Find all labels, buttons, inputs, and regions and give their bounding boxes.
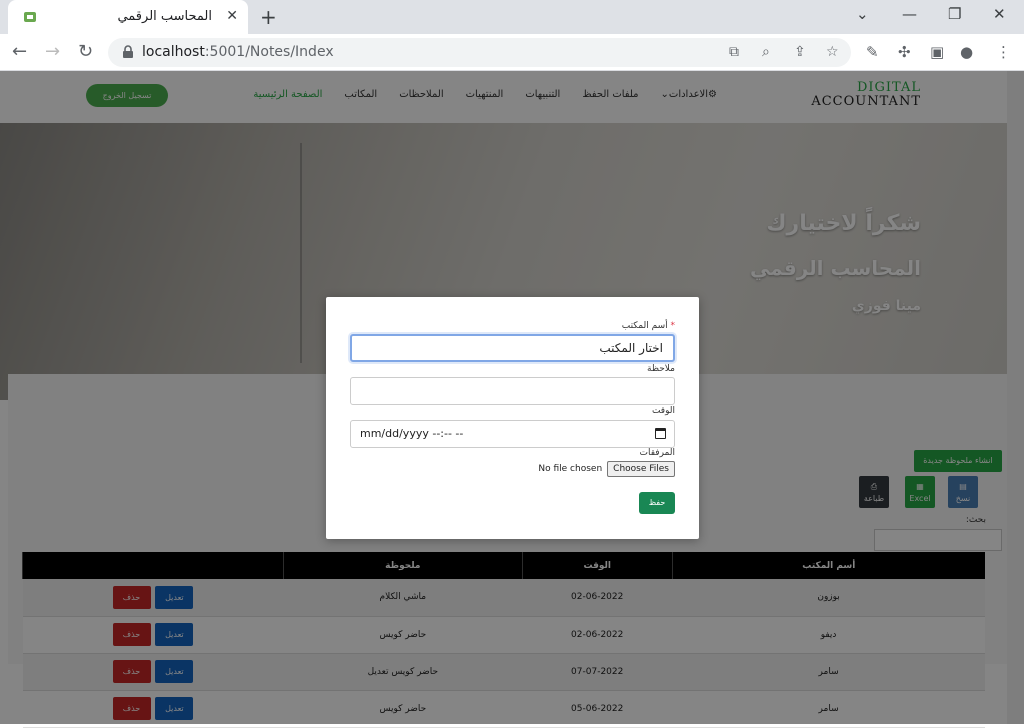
office-select-value: اختار المكتب bbox=[599, 341, 663, 355]
back-icon[interactable]: ← bbox=[12, 41, 27, 62]
site-favicon-icon bbox=[24, 12, 36, 22]
close-tab-icon[interactable]: ✕ bbox=[226, 8, 238, 24]
extension-pen-icon[interactable]: ✎ bbox=[866, 43, 879, 61]
side-panel-icon[interactable]: ▣ bbox=[930, 43, 944, 61]
minimize-icon[interactable]: — bbox=[902, 5, 917, 23]
note-input[interactable] bbox=[350, 377, 675, 405]
file-input: No file chosen Choose Files bbox=[538, 461, 675, 477]
save-button[interactable]: حفظ bbox=[639, 492, 675, 514]
restore-icon[interactable]: ❐ bbox=[948, 5, 961, 23]
datetime-input[interactable]: mm/dd/yyyy --:-- -- bbox=[350, 420, 675, 448]
calendar-icon[interactable] bbox=[655, 428, 666, 439]
choose-files-button[interactable]: Choose Files bbox=[607, 461, 675, 477]
attachments-label: المرفقات bbox=[639, 448, 675, 458]
office-select[interactable]: اختار المكتب bbox=[350, 334, 675, 362]
new-tab-icon[interactable]: + bbox=[260, 5, 277, 29]
browser-menu-icon[interactable]: ⋮ bbox=[996, 43, 1011, 61]
bookmark-star-icon[interactable]: ☆ bbox=[826, 44, 839, 60]
note-label: ملاحظة bbox=[647, 364, 675, 374]
reload-icon[interactable]: ↻ bbox=[78, 41, 93, 62]
no-file-text: No file chosen bbox=[538, 464, 603, 474]
tab-title: المحاسب الرقمي bbox=[117, 9, 212, 24]
address-bar[interactable]: localhost:5001/Notes/Index ⧉ ⌕ ⇪ ☆ bbox=[108, 38, 851, 67]
office-label: * أسم المكتب bbox=[621, 321, 675, 331]
browser-tab[interactable]: المحاسب الرقمي ✕ bbox=[8, 0, 248, 34]
translate-icon[interactable]: ⧉ bbox=[729, 44, 739, 60]
window-close-icon[interactable]: ✕ bbox=[993, 5, 1006, 23]
new-note-modal: * أسم المكتب اختار المكتب ملاحظة الوقت m… bbox=[326, 297, 699, 539]
extensions-puzzle-icon[interactable]: ✣ bbox=[898, 43, 911, 61]
lock-icon bbox=[123, 45, 133, 58]
share-icon[interactable]: ⇪ bbox=[794, 44, 806, 60]
profile-avatar-icon[interactable]: ● bbox=[960, 43, 973, 61]
browser-tab-strip: المحاسب الرقمي ✕ + ⌄ — ❐ ✕ bbox=[0, 0, 1024, 34]
browser-toolbar: ← → ↻ localhost:5001/Notes/Index ⧉ ⌕ ⇪ ☆… bbox=[0, 34, 1024, 71]
url-text: localhost:5001/Notes/Index bbox=[142, 44, 334, 60]
forward-icon[interactable]: → bbox=[45, 41, 60, 62]
zoom-icon[interactable]: ⌕ bbox=[762, 44, 770, 60]
tab-search-icon[interactable]: ⌄ bbox=[856, 5, 869, 23]
time-label: الوقت bbox=[651, 406, 675, 416]
datetime-placeholder: mm/dd/yyyy --:-- -- bbox=[360, 427, 464, 440]
